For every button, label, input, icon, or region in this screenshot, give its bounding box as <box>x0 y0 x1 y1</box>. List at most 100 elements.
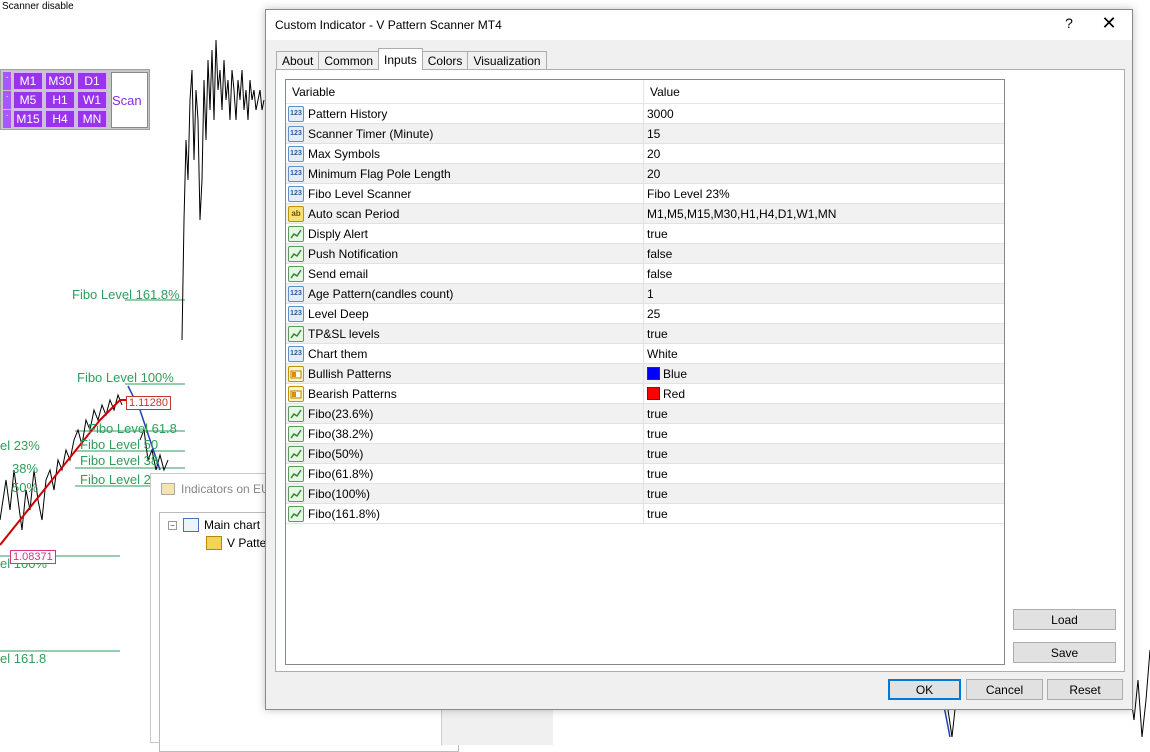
help-button[interactable]: ? <box>1059 15 1079 31</box>
value-cell[interactable]: 1 <box>644 284 1000 303</box>
value-cell[interactable]: 20 <box>644 164 1000 183</box>
table-row[interactable]: 123 Age Pattern(candles count) 1 <box>286 284 1004 304</box>
tf-button-mn[interactable]: MN <box>77 110 107 128</box>
table-row[interactable]: Bullish Patterns Blue <box>286 364 1004 384</box>
tf-button-m1[interactable]: M1 <box>13 72 43 90</box>
value-cell[interactable]: 3000 <box>644 104 1000 123</box>
fibo-label-left-50: 50% <box>12 480 39 495</box>
table-row[interactable]: 123 Chart them White <box>286 344 1004 364</box>
table-row[interactable]: 123 Max Symbols 20 <box>286 144 1004 164</box>
tab-visualization[interactable]: Visualization <box>467 51 547 70</box>
table-row[interactable]: Disply Alert true <box>286 224 1004 244</box>
table-row[interactable]: Fibo(38.2%) true <box>286 424 1004 444</box>
table-row[interactable]: TP&SL levels true <box>286 324 1004 344</box>
table-row[interactable]: Fibo(23.6%) true <box>286 404 1004 424</box>
tf-button-h1[interactable]: H1 <box>45 91 75 109</box>
variable-cell[interactable]: Bullish Patterns <box>286 364 644 383</box>
variable-cell[interactable]: Fibo(50%) <box>286 444 644 463</box>
variable-cell[interactable]: Fibo(161.8%) <box>286 504 644 523</box>
scan-button[interactable]: Scan <box>111 72 148 128</box>
tf-button-w1[interactable]: W1 <box>77 91 107 109</box>
value-cell[interactable]: true <box>644 324 1000 343</box>
column-header-variable[interactable]: Variable <box>286 80 644 103</box>
table-row[interactable]: Send email false <box>286 264 1004 284</box>
value-cell[interactable]: true <box>644 504 1000 523</box>
tree-item-main-chart[interactable]: − Main chart <box>168 518 260 532</box>
variable-name: Send email <box>308 266 369 281</box>
variable-cell[interactable]: Push Notification <box>286 244 644 263</box>
value-cell[interactable]: M1,M5,M15,M30,H1,H4,D1,W1,MN <box>644 204 1000 223</box>
value-cell[interactable]: true <box>644 464 1000 483</box>
tf-button-m5[interactable]: M5 <box>13 91 43 109</box>
table-row[interactable]: 123 Pattern History 3000 <box>286 104 1004 124</box>
table-row[interactable]: 123 Fibo Level Scanner Fibo Level 23% <box>286 184 1004 204</box>
save-button[interactable]: Save <box>1013 642 1116 663</box>
tf-button-h4[interactable]: H4 <box>45 110 75 128</box>
value-cell[interactable]: false <box>644 244 1000 263</box>
column-header-value[interactable]: Value <box>644 80 1000 103</box>
variable-cell[interactable]: 123 Scanner Timer (Minute) <box>286 124 644 143</box>
ok-button[interactable]: OK <box>888 679 961 700</box>
tab-about[interactable]: About <box>276 51 320 70</box>
table-row[interactable]: Bearish Patterns Red <box>286 384 1004 404</box>
tab-inputs[interactable]: Inputs <box>378 48 423 70</box>
variable-cell[interactable]: Fibo(23.6%) <box>286 404 644 423</box>
value-cell[interactable]: false <box>644 264 1000 283</box>
variable-cell[interactable]: Send email <box>286 264 644 283</box>
tab-common[interactable]: Common <box>318 51 380 70</box>
value-cell[interactable]: 15 <box>644 124 1000 143</box>
variable-cell[interactable]: Fibo(61.8%) <box>286 464 644 483</box>
tree-item-v-pattern[interactable]: V Patter <box>206 536 270 550</box>
variable-cell[interactable]: Fibo(38.2%) <box>286 424 644 443</box>
table-row[interactable]: ab Auto scan Period M1,M5,M15,M30,H1,H4,D1… <box>286 204 1004 224</box>
variable-cell[interactable]: 123 Max Symbols <box>286 144 644 163</box>
value-cell[interactable]: true <box>644 404 1000 423</box>
variable-cell[interactable]: ab Auto scan Period <box>286 204 644 223</box>
value-cell[interactable]: true <box>644 484 1000 503</box>
value-cell[interactable]: true <box>644 444 1000 463</box>
boolean-type-icon <box>288 445 304 462</box>
variable-value: M1,M5,M15,M30,H1,H4,D1,W1,MN <box>647 206 837 221</box>
variable-cell[interactable]: 123 Pattern History <box>286 104 644 123</box>
table-row[interactable]: Fibo(161.8%) true <box>286 504 1004 524</box>
variable-cell[interactable]: 123 Level Deep <box>286 304 644 323</box>
panel-handle[interactable]: · <box>3 91 11 109</box>
value-cell[interactable]: White <box>644 344 1000 363</box>
value-cell[interactable]: 20 <box>644 144 1000 163</box>
dialog-title: Custom Indicator - V Pattern Scanner MT4 <box>275 18 502 32</box>
value-cell[interactable]: true <box>644 424 1000 443</box>
value-cell[interactable]: Blue <box>644 364 1000 383</box>
table-row[interactable]: Fibo(50%) true <box>286 444 1004 464</box>
collapse-icon[interactable]: − <box>168 520 177 530</box>
close-button[interactable]: ✕ <box>1098 13 1120 34</box>
variable-cell[interactable]: 123 Fibo Level Scanner <box>286 184 644 203</box>
table-row[interactable]: 123 Scanner Timer (Minute) 15 <box>286 124 1004 144</box>
dialog-titlebar[interactable]: Custom Indicator - V Pattern Scanner MT4… <box>266 10 1132 40</box>
variable-cell[interactable]: Bearish Patterns <box>286 384 644 403</box>
table-row[interactable]: Fibo(61.8%) true <box>286 464 1004 484</box>
variable-cell[interactable]: Fibo(100%) <box>286 484 644 503</box>
tab-colors[interactable]: Colors <box>421 51 469 70</box>
value-cell[interactable]: Fibo Level 23% <box>644 184 1000 203</box>
tf-button-d1[interactable]: D1 <box>77 72 107 90</box>
value-cell[interactable]: 25 <box>644 304 1000 323</box>
variable-cell[interactable]: Disply Alert <box>286 224 644 243</box>
value-cell[interactable]: true <box>644 224 1000 243</box>
variable-cell[interactable]: TP&SL levels <box>286 324 644 343</box>
reset-button[interactable]: Reset <box>1047 679 1123 700</box>
load-button[interactable]: Load <box>1013 609 1116 630</box>
value-cell[interactable]: Red <box>644 384 1000 403</box>
panel-handle[interactable]: · <box>3 72 11 90</box>
variable-cell[interactable]: 123 Minimum Flag Pole Length <box>286 164 644 183</box>
panel-handle[interactable]: · <box>3 110 11 128</box>
table-row[interactable]: 123 Level Deep 25 <box>286 304 1004 324</box>
table-row[interactable]: Fibo(100%) true <box>286 484 1004 504</box>
tf-button-m15[interactable]: M15 <box>13 110 43 128</box>
table-row[interactable]: Push Notification false <box>286 244 1004 264</box>
variable-cell[interactable]: 123 Chart them <box>286 344 644 363</box>
tf-button-m30[interactable]: M30 <box>45 72 75 90</box>
indicators-title: Indicators on EU <box>181 482 270 496</box>
table-row[interactable]: 123 Minimum Flag Pole Length 20 <box>286 164 1004 184</box>
variable-cell[interactable]: 123 Age Pattern(candles count) <box>286 284 644 303</box>
cancel-button[interactable]: Cancel <box>966 679 1043 700</box>
